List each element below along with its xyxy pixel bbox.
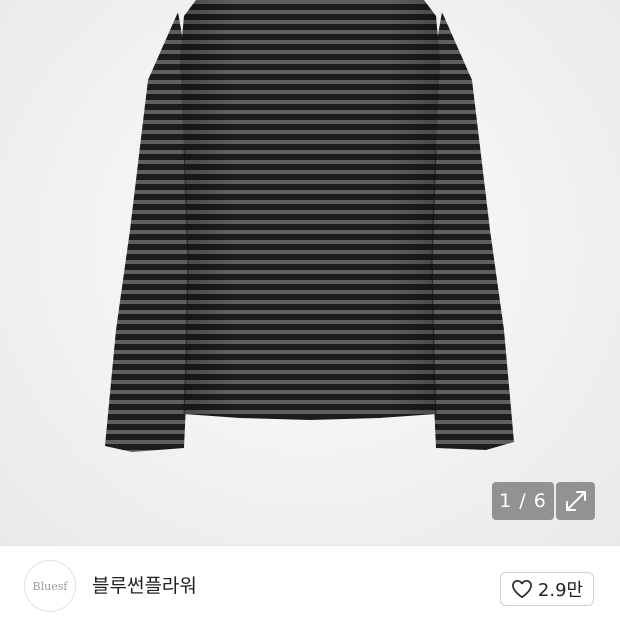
seller-avatar[interactable]: Bluesf [24, 560, 76, 612]
heart-outline-icon [511, 580, 532, 598]
like-count: 2.9만 [537, 580, 584, 601]
expand-arrows-icon [565, 491, 586, 511]
product-image-gallery[interactable]: 1 / 6 [0, 0, 620, 545]
expand-image-button[interactable] [556, 482, 595, 520]
product-detail-screen: 1 / 6 Bluesf 블루썬플라워 2.9만 [0, 0, 620, 620]
product-image[interactable] [0, 0, 620, 545]
avatar-logo-text: Bluesf [32, 579, 68, 593]
image-page-counter: 1 / 6 [492, 482, 554, 520]
seller-bar: Bluesf 블루썬플라워 2.9만 [0, 545, 620, 620]
seller-name[interactable]: 블루썬플라워 [92, 574, 197, 598]
like-button[interactable]: 2.9만 [500, 572, 594, 606]
